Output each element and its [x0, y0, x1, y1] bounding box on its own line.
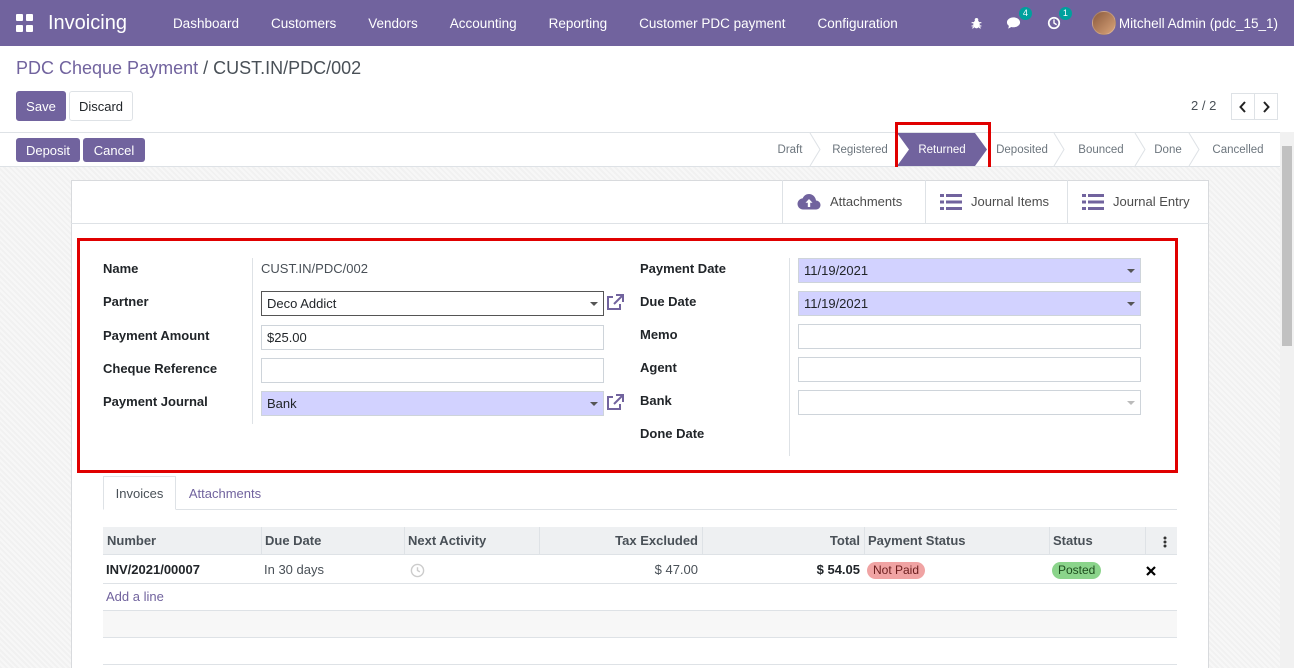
- payment-status-badge: Not Paid: [867, 562, 926, 579]
- scrollbar-thumb[interactable]: [1282, 146, 1292, 346]
- activities-icon[interactable]: 1: [1044, 7, 1072, 33]
- apps-menu-icon[interactable]: [16, 14, 34, 32]
- delete-row-icon[interactable]: [1146, 556, 1160, 584]
- stage-bounced[interactable]: Bounced: [1066, 133, 1136, 166]
- chevron-left-icon: [1239, 100, 1246, 113]
- cell-next-activity[interactable]: [410, 556, 425, 584]
- status-bar: Deposit Cancel Draft Registered Returned…: [0, 132, 1280, 167]
- cancel-button[interactable]: Cancel: [83, 138, 145, 162]
- app-title[interactable]: Invoicing: [48, 12, 127, 35]
- discard-button[interactable]: Discard: [69, 91, 133, 121]
- pager-next-button[interactable]: [1254, 93, 1278, 120]
- deposit-button[interactable]: Deposit: [16, 138, 80, 162]
- stage-separator: [1134, 133, 1146, 166]
- menu-customer-pdc-payment[interactable]: Customer PDC payment: [623, 16, 801, 31]
- column-options-icon[interactable]: [1163, 527, 1167, 555]
- empty-row: [103, 638, 1177, 665]
- menu-customers[interactable]: Customers: [255, 16, 352, 31]
- cell-tax-excluded: $ 47.00: [654, 562, 698, 577]
- cell-due-date: In 30 days: [264, 562, 324, 577]
- top-navbar: Invoicing Dashboard Customers Vendors Ac…: [0, 0, 1294, 46]
- menu-accounting[interactable]: Accounting: [434, 16, 533, 31]
- table-row[interactable]: INV/2021/00007 In 30 days $ 47.00 $ 54.0…: [103, 556, 1177, 584]
- menu-reporting[interactable]: Reporting: [533, 16, 624, 31]
- chevron-right-icon: [1263, 100, 1270, 113]
- column-total[interactable]: Total: [702, 527, 864, 555]
- tab-invoices[interactable]: Invoices: [103, 476, 176, 510]
- menu-dashboard[interactable]: Dashboard: [157, 16, 255, 31]
- column-payment-status[interactable]: Payment Status: [864, 527, 970, 555]
- cell-total: $ 54.05: [816, 562, 860, 577]
- smart-button-bar: Attachments Journal Items Journal Entry: [71, 180, 1209, 224]
- column-next-activity[interactable]: Next Activity: [404, 527, 490, 555]
- cloud-upload-icon: [797, 193, 821, 211]
- journal-items-smart-button[interactable]: Journal Items: [925, 180, 1067, 223]
- list-icon: [940, 193, 962, 210]
- empty-row: [103, 611, 1177, 638]
- breadcrumb-separator: /: [203, 58, 209, 78]
- pager-previous-button[interactable]: [1231, 93, 1255, 120]
- journal-entry-label: Journal Entry: [1113, 194, 1190, 209]
- invoices-table-header: Number Due Date Next Activity Tax Exclud…: [103, 527, 1177, 555]
- save-button[interactable]: Save: [16, 91, 66, 121]
- bug-icon[interactable]: [967, 13, 987, 33]
- activities-badge: 1: [1058, 7, 1072, 20]
- user-avatar[interactable]: [1091, 11, 1116, 35]
- journal-entry-smart-button[interactable]: Journal Entry: [1067, 180, 1209, 223]
- stage-deposited[interactable]: Deposited: [987, 133, 1057, 166]
- user-menu[interactable]: Mitchell Admin (pdc_15_1): [1119, 16, 1278, 31]
- status-badge: Posted: [1052, 562, 1102, 579]
- journal-items-label: Journal Items: [971, 194, 1050, 209]
- stage-registered[interactable]: Registered: [822, 133, 898, 166]
- pager-value[interactable]: 2 / 2: [1191, 98, 1216, 113]
- messages-badge: 4: [1018, 7, 1032, 20]
- menu-configuration[interactable]: Configuration: [801, 16, 913, 31]
- stage-draft[interactable]: Draft: [765, 133, 815, 166]
- tab-attachments[interactable]: Attachments: [180, 476, 270, 510]
- attachments-label: Attachments: [830, 194, 903, 209]
- form-highlight-annotation: [77, 238, 1178, 473]
- breadcrumb-parent[interactable]: PDC Cheque Payment: [16, 58, 198, 78]
- cell-number: INV/2021/00007: [106, 562, 200, 577]
- column-divider: [1145, 527, 1146, 555]
- breadcrumb: PDC Cheque Payment / CUST.IN/PDC/002: [16, 58, 361, 79]
- clock-icon: [410, 563, 425, 578]
- stage-separator: [1188, 133, 1200, 166]
- empty-row: [103, 584, 1177, 611]
- column-tax-excluded[interactable]: Tax Excluded: [539, 527, 702, 555]
- attachments-smart-button[interactable]: Attachments: [782, 180, 925, 223]
- stage-done[interactable]: Done: [1146, 133, 1190, 166]
- column-number[interactable]: Number: [103, 527, 160, 555]
- stage-separator: [1053, 133, 1065, 166]
- stage-separator: [809, 133, 821, 166]
- list-icon: [1082, 193, 1104, 210]
- menu-vendors[interactable]: Vendors: [352, 16, 434, 31]
- stage-cancelled[interactable]: Cancelled: [1200, 133, 1276, 166]
- messages-icon[interactable]: 4: [1004, 7, 1032, 33]
- breadcrumb-current: CUST.IN/PDC/002: [213, 58, 362, 78]
- column-due-date[interactable]: Due Date: [261, 527, 325, 555]
- column-status[interactable]: Status: [1049, 527, 1097, 555]
